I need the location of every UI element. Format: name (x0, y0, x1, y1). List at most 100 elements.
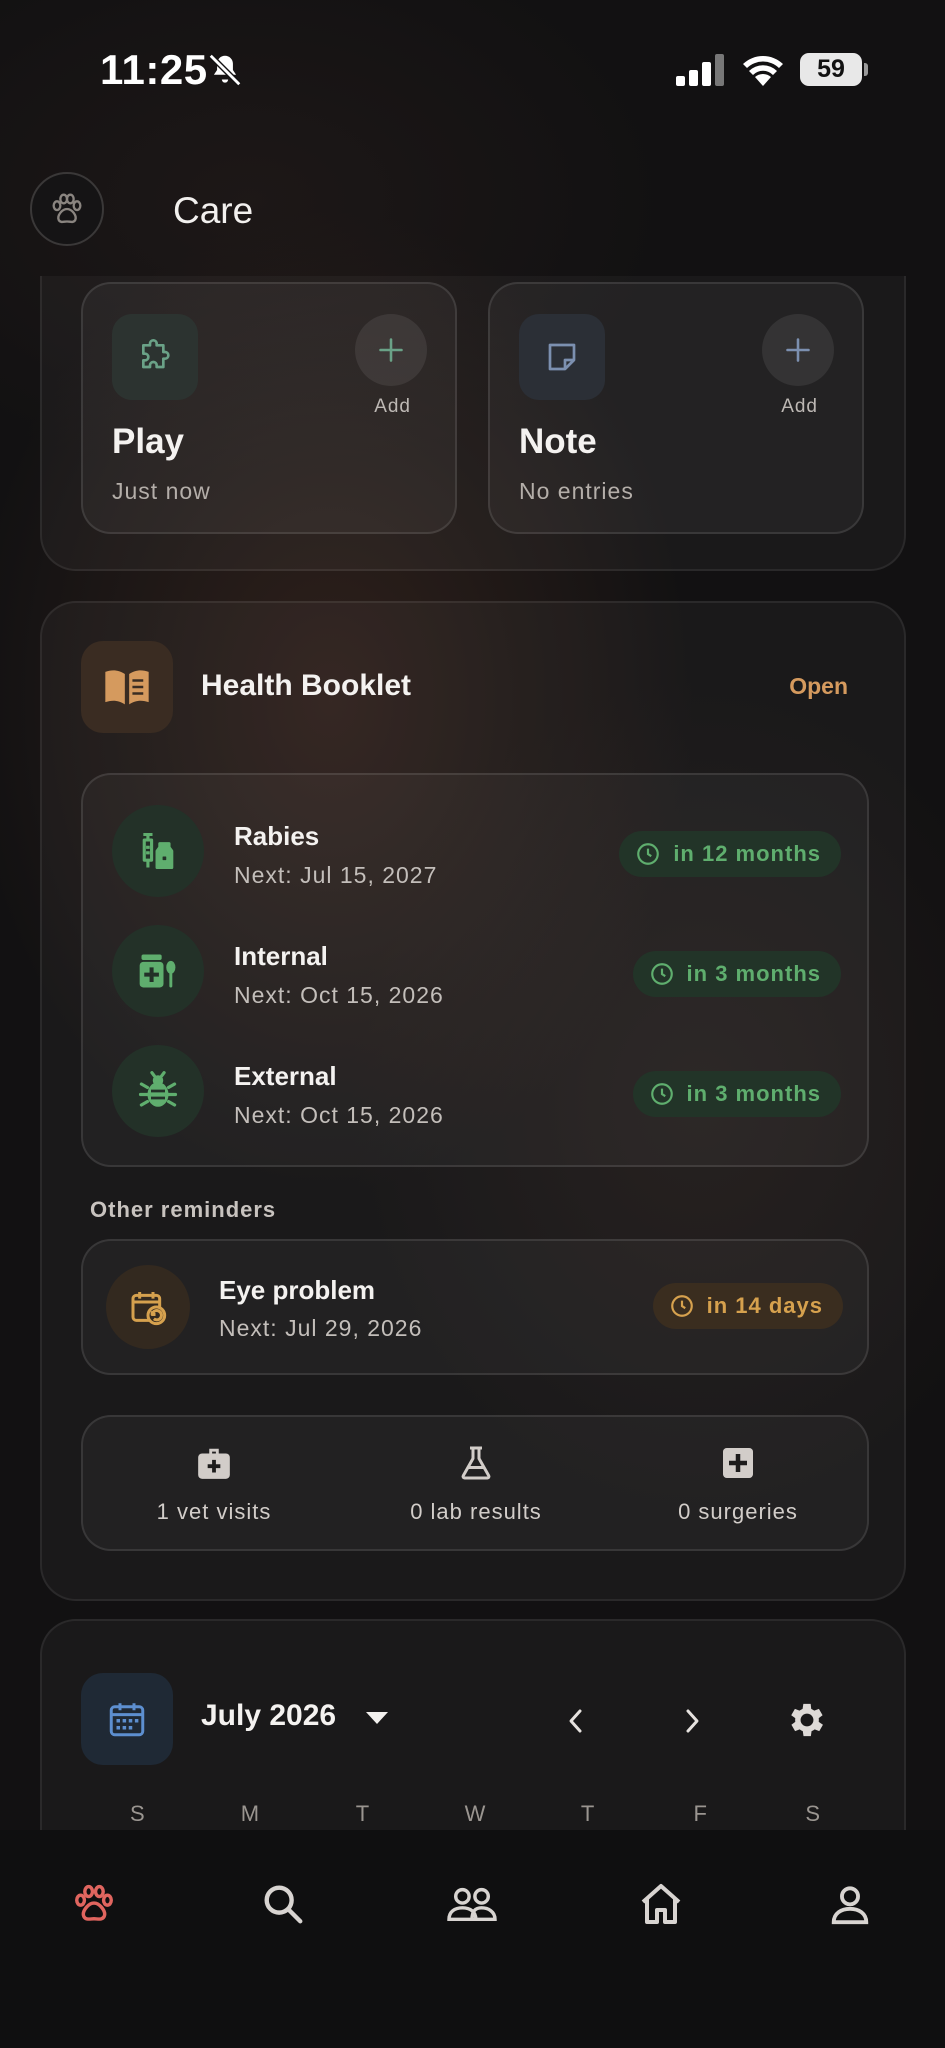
weekday-label: T (355, 1801, 370, 1826)
calendar-icon (81, 1673, 173, 1765)
weekday-label: T (580, 1801, 595, 1826)
plus-icon (379, 338, 403, 362)
list-item[interactable]: Rabies Next: Jul 15, 2027 in 12 months (83, 791, 871, 897)
content-scroll[interactable]: Add Play Just now Add Note No entries He… (0, 276, 945, 1830)
surgeries-stat[interactable]: 0 surgeries (607, 1417, 869, 1553)
profile-icon (831, 1886, 869, 1925)
weekday-label: M (240, 1801, 260, 1826)
weekday-label: S (805, 1801, 821, 1826)
status-time: 11:25 (100, 46, 208, 93)
gear-icon (791, 1703, 823, 1737)
people-icon (447, 1887, 497, 1922)
calendar-section: July 2026 S M T W T F S (40, 1619, 906, 1830)
plus-box-icon (718, 1443, 758, 1483)
vaccine-name: Internal (234, 941, 328, 971)
clock-icon (650, 1083, 673, 1105)
stat-label: 0 lab results (410, 1499, 542, 1524)
weekday-label: W (464, 1801, 486, 1826)
bell-off-icon (208, 53, 242, 87)
vaccine-name: External (234, 1061, 337, 1091)
play-card[interactable]: Add Play Just now (81, 282, 457, 534)
nav-care[interactable] (64, 1874, 124, 1934)
chevron-left-icon (569, 1709, 582, 1733)
next-month-button[interactable] (670, 1699, 714, 1743)
puzzle-icon (112, 314, 198, 400)
weekday-label: F (693, 1801, 707, 1826)
clock-icon (670, 1295, 693, 1317)
flask-icon (456, 1443, 496, 1483)
list-item[interactable]: External Next: Oct 15, 2026 in 3 months (83, 1031, 871, 1137)
next-date: Next: Oct 15, 2026 (234, 1102, 444, 1128)
page-title: Care (173, 190, 254, 231)
due-badge: in 14 days (652, 1283, 843, 1329)
section-title: Health Booklet (201, 669, 412, 702)
previous-month-button[interactable] (554, 1699, 598, 1743)
weekday-label: S (129, 1801, 145, 1826)
bug-icon (112, 1045, 204, 1137)
paw-icon (52, 193, 82, 224)
chevron-down-icon[interactable] (364, 1709, 390, 1727)
bottom-nav (0, 1830, 945, 2048)
clock-icon (650, 963, 673, 985)
card-title: Note (519, 422, 597, 461)
stat-label: 1 vet visits (156, 1499, 272, 1524)
nav-community[interactable] (442, 1874, 502, 1934)
list-item[interactable]: Internal Next: Oct 15, 2026 in 3 months (83, 911, 871, 1017)
card-subtitle: No entries (519, 478, 634, 504)
clock-icon (637, 843, 660, 865)
lab-results-stat[interactable]: 0 lab results (345, 1417, 607, 1553)
plus-icon (786, 338, 810, 362)
health-stats: 1 vet visits 0 lab results 0 surgeries (81, 1415, 869, 1551)
app-header: Care (0, 140, 945, 275)
card-title: Play (112, 422, 184, 461)
care-section: Add Play Just now Add Note No entries (40, 276, 906, 571)
wifi-icon (743, 56, 783, 86)
weekday-header: S M T W T F S (81, 1801, 869, 1830)
health-booklet-section: Health Booklet Open Rabies Next: Jul 15,… (40, 601, 906, 1601)
due-text: in 12 months (673, 841, 821, 866)
vaccine-name: Rabies (234, 821, 320, 851)
calendar-month[interactable]: July 2026 (201, 1699, 336, 1733)
card-subtitle: Just now (112, 478, 211, 504)
next-date: Next: Oct 15, 2026 (234, 982, 444, 1008)
note-card[interactable]: Add Note No entries (488, 282, 864, 534)
due-text: in 3 months (686, 1081, 821, 1106)
add-play-button[interactable] (355, 314, 427, 386)
book-icon (81, 641, 173, 733)
paw-icon (75, 1884, 113, 1921)
add-label: Add (781, 396, 818, 417)
due-badge: in 3 months (632, 951, 841, 997)
pet-avatar[interactable] (30, 172, 104, 246)
note-icon (519, 314, 605, 400)
calendar-repeat-icon (106, 1265, 190, 1349)
signal-icon (676, 54, 724, 86)
next-date: Next: Jul 29, 2026 (219, 1315, 423, 1341)
battery-indicator: 59 (800, 53, 862, 86)
chevron-right-icon (686, 1709, 699, 1733)
stat-label: 0 surgeries (678, 1499, 798, 1524)
nav-search[interactable] (253, 1874, 313, 1934)
due-badge: in 3 months (632, 1071, 841, 1117)
add-note-button[interactable] (762, 314, 834, 386)
other-reminders-heading: Other reminders (90, 1197, 277, 1222)
nav-profile[interactable] (820, 1874, 880, 1934)
due-badge: in 12 months (619, 831, 841, 877)
status-bar: 11:25 59 (0, 0, 945, 140)
next-date: Next: Jul 15, 2027 (234, 862, 438, 888)
battery-nub (864, 63, 868, 76)
vaccine-icon (112, 805, 204, 897)
medicine-icon (112, 925, 204, 1017)
due-text: in 14 days (706, 1293, 823, 1318)
add-label: Add (374, 396, 411, 417)
calendar-settings-button[interactable] (782, 1695, 832, 1745)
medkit-icon (194, 1443, 234, 1483)
reminder-item[interactable]: Eye problem Next: Jul 29, 2026 in 14 day… (81, 1239, 869, 1375)
vaccinations-list: Rabies Next: Jul 15, 2027 in 12 months I… (81, 773, 869, 1167)
home-icon (641, 1884, 681, 1924)
vet-visits-stat[interactable]: 1 vet visits (83, 1417, 345, 1553)
reminder-name: Eye problem (219, 1275, 376, 1305)
search-icon (264, 1885, 303, 1924)
due-text: in 3 months (686, 961, 821, 986)
nav-home[interactable] (631, 1874, 691, 1934)
open-booklet-link[interactable]: Open (789, 673, 848, 700)
